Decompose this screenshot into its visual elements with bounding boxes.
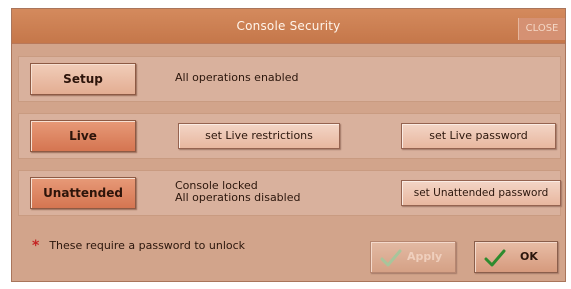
unattended-status: Console locked All operations disabled <box>175 180 300 204</box>
ok-button[interactable]: OK <box>474 241 558 273</box>
apply-button[interactable]: Apply <box>370 241 456 273</box>
apply-label: Apply <box>407 250 443 263</box>
live-row: Live set Live restrictions set Live pass… <box>18 113 561 159</box>
unattended-row: Unattended Console locked All operations… <box>18 170 561 216</box>
unattended-mode-button[interactable]: Unattended <box>30 177 136 209</box>
set-unattended-password-button[interactable]: set Unattended password <box>401 180 561 206</box>
ok-label: OK <box>520 250 538 263</box>
setup-row: Setup All operations enabled <box>18 56 561 102</box>
check-icon <box>484 249 506 267</box>
password-note-text: These require a password to unlock <box>49 239 246 252</box>
asterisk-marker: * <box>32 238 40 254</box>
live-mode-button[interactable]: Live <box>30 120 136 152</box>
set-live-restrictions-button[interactable]: set Live restrictions <box>178 123 340 149</box>
dialog-title: Console Security <box>236 19 341 33</box>
unattended-status-line-2: All operations disabled <box>175 191 301 204</box>
setup-mode-button[interactable]: Setup <box>30 63 136 95</box>
setup-status: All operations enabled <box>175 71 299 84</box>
password-note: * These require a password to unlock <box>32 238 245 254</box>
set-live-password-button[interactable]: set Live password <box>401 123 556 149</box>
console-security-dialog: Console Security CLOSE Setup All operati… <box>11 8 566 282</box>
title-bar: Console Security CLOSE <box>12 9 565 44</box>
check-icon <box>380 249 402 267</box>
close-button[interactable]: CLOSE <box>518 18 565 40</box>
